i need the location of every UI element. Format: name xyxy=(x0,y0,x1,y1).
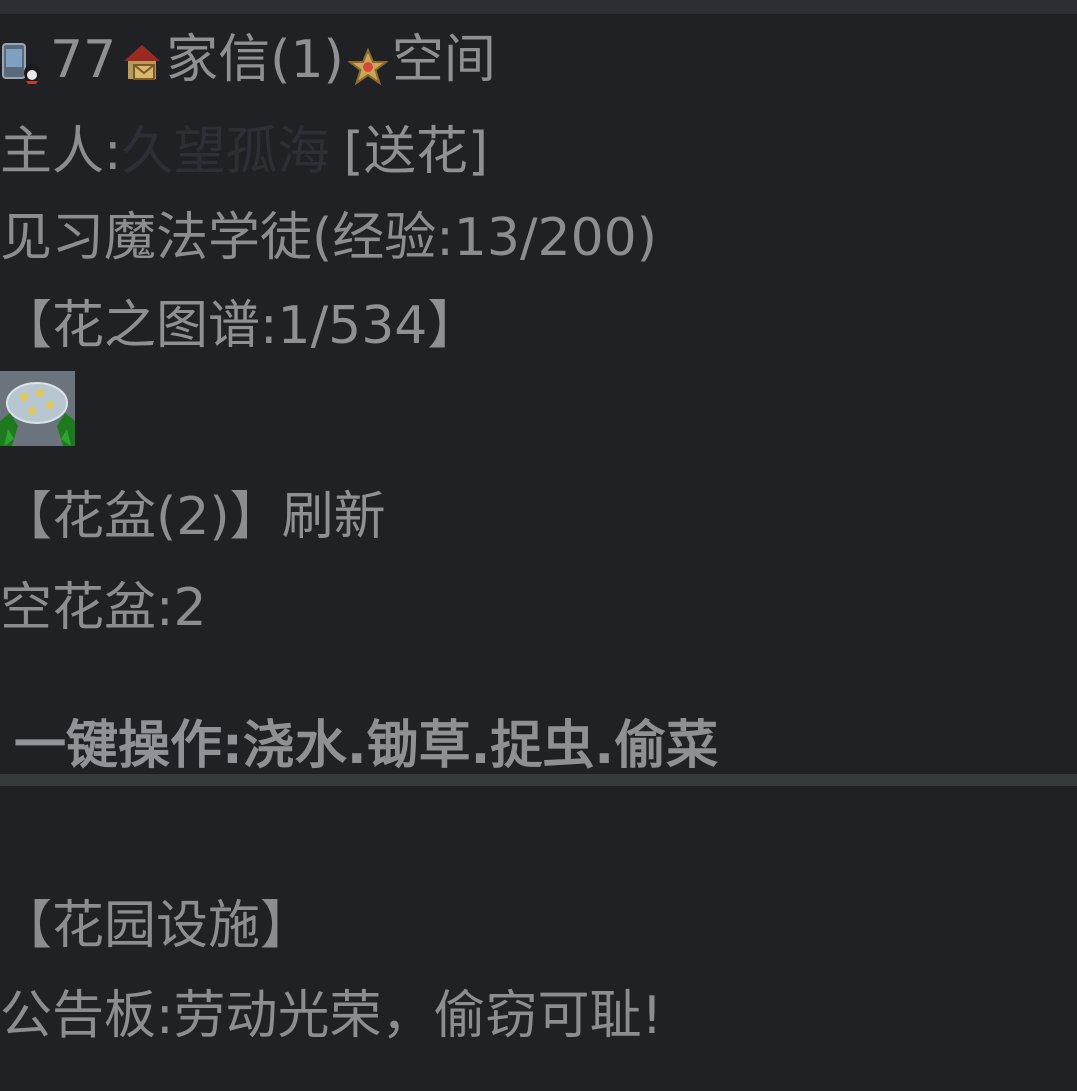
one-key-label: 一键操作: xyxy=(14,716,243,776)
one-key-row: 一键操作: 浇水 . 锄草 . 捉虫 . 偷菜 xyxy=(14,716,718,776)
empty-pots-text: 空花盆:2 xyxy=(0,578,207,638)
notice-row: 公告板:劳动光荣，偷窃可耻! xyxy=(0,986,662,1046)
atlas-row: 【花之图谱:1/534】 xyxy=(0,296,479,356)
send-flower-link[interactable]: [送花] xyxy=(344,122,489,182)
rank-row: 见习魔法学徒(经验:13/200) xyxy=(0,208,657,268)
owner-name[interactable]: 久望孤海 xyxy=(122,122,330,182)
space-link[interactable]: 空间 xyxy=(392,30,496,90)
phone-qq-icon[interactable] xyxy=(0,38,44,84)
water-link[interactable]: 浇水 xyxy=(243,716,347,776)
steal-link[interactable]: 偷菜 xyxy=(614,716,718,776)
rank-text: 见习魔法学徒(经验:13/200) xyxy=(0,208,658,268)
pots-label: 【花盆(2)】 xyxy=(0,487,282,547)
page: 77 家信(1) 空间 主人: 久望孤海 [送花] 见习魔法学徒(经验:13/2… xyxy=(0,0,1077,1091)
nav-row: 77 家信(1) 空间 xyxy=(0,30,496,90)
flower-garden-image[interactable] xyxy=(0,371,75,446)
separator-dot: . xyxy=(594,716,615,776)
empty-pots-row: 空花盆:2 xyxy=(0,578,207,638)
separator-dot: . xyxy=(470,716,491,776)
star-icon[interactable] xyxy=(346,40,389,86)
refresh-link[interactable]: 刷新 xyxy=(282,487,386,547)
flower-atlas-link[interactable]: 【花之图谱:1/534】 xyxy=(0,296,479,356)
facilities-title: 【花园设施】 xyxy=(0,896,313,956)
pots-row: 【花盆(2)】 刷新 xyxy=(0,487,386,547)
owner-row: 主人: 久望孤海 [送花] xyxy=(0,122,488,182)
separator-dot: . xyxy=(346,716,367,776)
house-mail-icon[interactable] xyxy=(120,38,164,82)
notice-board-text: 公告板:劳动光荣，偷窃可耻! xyxy=(0,986,663,1046)
facilities-row: 【花园设施】 xyxy=(0,896,312,956)
weed-link[interactable]: 锄草 xyxy=(367,716,471,776)
visitor-count[interactable]: 77 xyxy=(50,30,116,90)
divider xyxy=(0,774,1077,786)
owner-label: 主人: xyxy=(0,122,122,182)
top-strip xyxy=(0,0,1077,14)
mail-link[interactable]: 家信(1) xyxy=(166,30,344,90)
catch-bug-link[interactable]: 捉虫 xyxy=(490,716,594,776)
